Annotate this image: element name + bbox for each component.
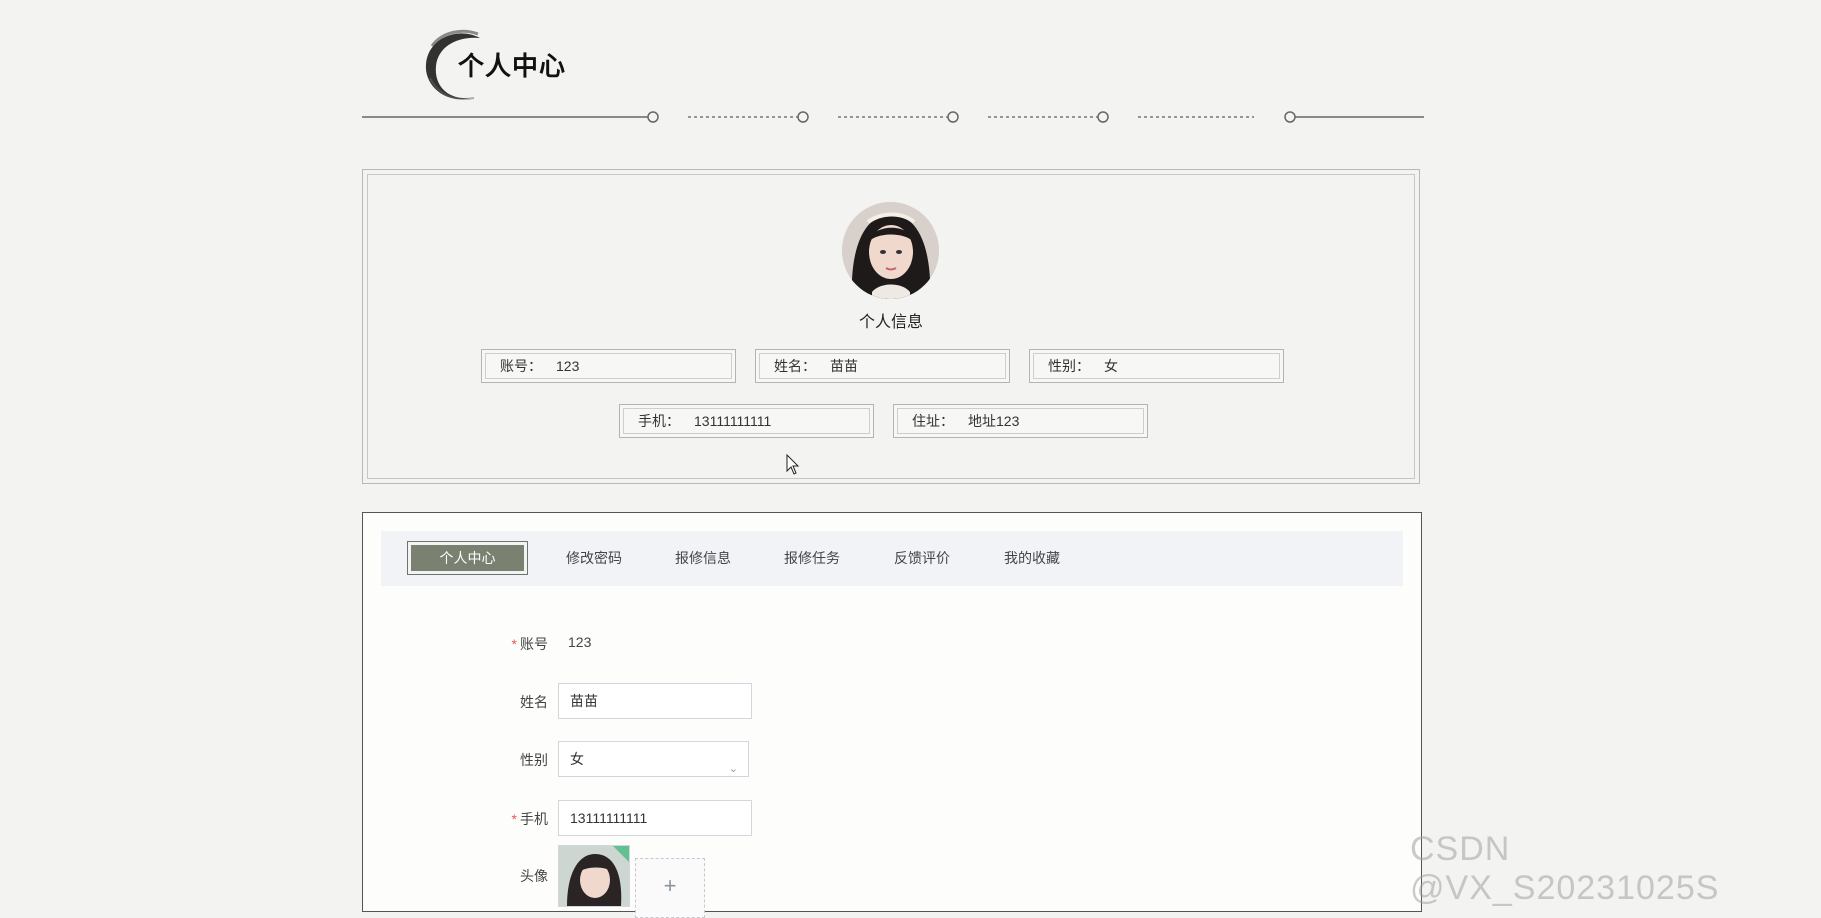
info-label: 手机： <box>638 413 680 429</box>
decorative-divider <box>362 111 1424 123</box>
info-label: 姓名： <box>774 358 816 374</box>
page-title: 个人中心 <box>458 51 567 81</box>
account-label: * 账号 <box>468 634 548 654</box>
info-account: 账号： 123 <box>481 349 736 383</box>
tab-bar: 个人中心 修改密码 报修信息 报修任务 反馈评价 我的收藏 <box>381 531 1403 586</box>
info-value: 女 <box>1104 358 1118 374</box>
phone-label: * 手机 <box>468 809 548 829</box>
account-value: 123 <box>568 634 592 650</box>
page-header: 个人中心 <box>418 24 618 104</box>
info-label: 账号： <box>500 358 542 374</box>
tab-label: 个人中心 <box>411 545 524 571</box>
required-mark: * <box>511 811 517 827</box>
name-input[interactable]: 苗苗 <box>558 683 752 719</box>
info-value: 地址123 <box>968 413 1020 429</box>
chevron-down-icon: ⌄ <box>728 763 738 775</box>
info-value: 123 <box>556 358 580 374</box>
tab-feedback[interactable]: 反馈评价 <box>894 531 950 586</box>
plus-icon: + <box>663 873 677 898</box>
watermark: CSDN @VX_S20231025S <box>1410 830 1720 907</box>
info-label: 性别： <box>1048 358 1090 374</box>
gender-select[interactable]: 女 ⌄ <box>558 741 749 777</box>
required-mark: * <box>511 636 517 652</box>
tab-favorites[interactable]: 我的收藏 <box>1004 531 1060 586</box>
label-text: 手机 <box>520 811 548 827</box>
tab-repair-task[interactable]: 报修任务 <box>784 531 840 586</box>
info-label: 住址： <box>912 413 954 429</box>
avatar-thumbnail[interactable] <box>558 845 630 907</box>
avatar-portrait-icon <box>842 202 939 299</box>
info-name: 姓名： 苗苗 <box>755 349 1010 383</box>
gender-selected-value: 女 <box>570 751 584 767</box>
upload-success-icon <box>613 846 629 862</box>
tab-change-password[interactable]: 修改密码 <box>566 531 622 586</box>
info-address: 住址： 地址123 <box>893 404 1148 438</box>
info-value: 13111111111 <box>694 413 772 429</box>
info-gender: 性别： 女 <box>1029 349 1284 383</box>
mouse-cursor-icon <box>786 454 800 475</box>
info-phone: 手机： 13111111111 <box>619 404 874 438</box>
tab-personal-center[interactable]: 个人中心 <box>407 541 528 575</box>
avatar <box>842 202 939 299</box>
tab-repair-info[interactable]: 报修信息 <box>675 531 731 586</box>
profile-caption: 个人信息 <box>858 314 923 331</box>
avatar-label: 头像 <box>520 868 548 884</box>
avatar-upload-button[interactable]: + <box>635 858 705 918</box>
phone-input[interactable]: 13111111111 <box>558 800 752 836</box>
gender-label: 性别 <box>520 752 548 768</box>
label-text: 账号 <box>520 636 548 652</box>
name-label: 姓名 <box>520 694 548 710</box>
info-value: 苗苗 <box>830 358 858 374</box>
